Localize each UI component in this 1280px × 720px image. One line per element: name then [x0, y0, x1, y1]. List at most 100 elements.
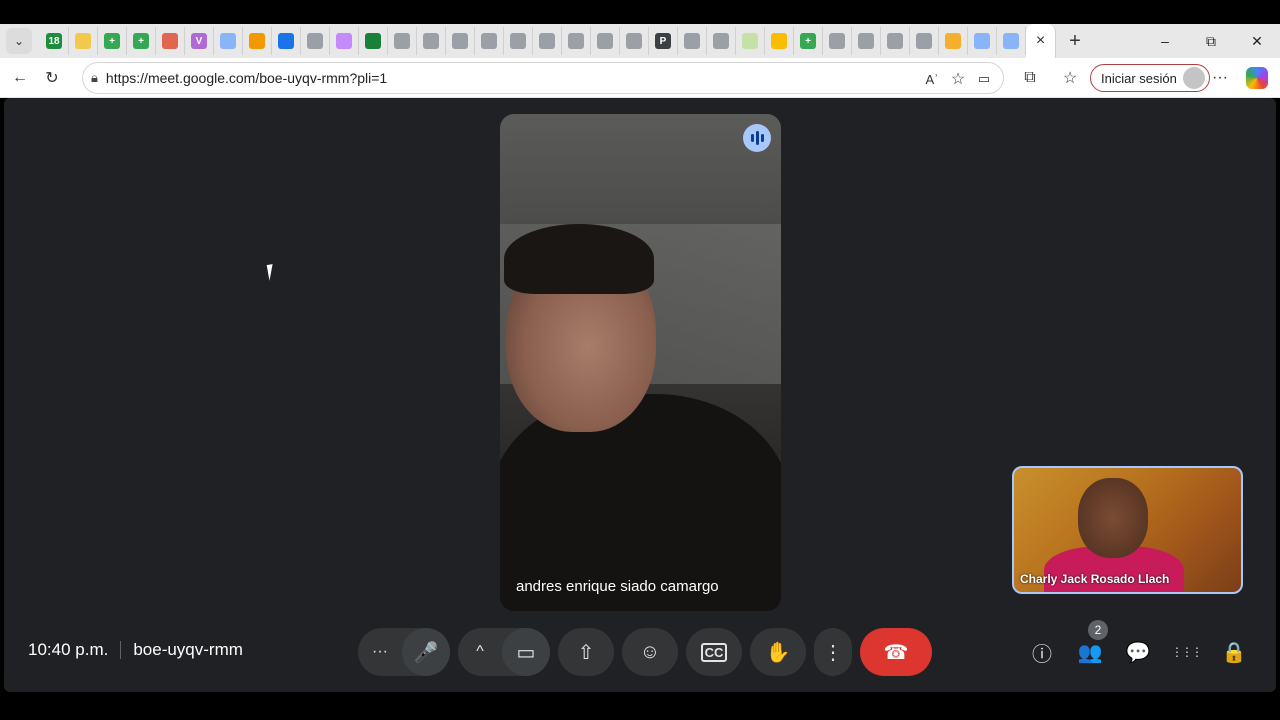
- chat-icon: 💬: [1125, 641, 1151, 664]
- browser-tab[interactable]: [765, 27, 794, 55]
- meet-stage: andres enrique siado camargo Charly Jack…: [4, 98, 1276, 692]
- browser-tab[interactable]: [736, 27, 765, 55]
- leave-call-button[interactable]: ☎: [860, 628, 932, 676]
- tab-favicon-icon: [771, 33, 787, 49]
- new-tab-button[interactable]: +: [1060, 27, 1090, 55]
- tab-favicon-icon: [568, 33, 584, 49]
- browser-tab[interactable]: [243, 27, 272, 55]
- browser-tab[interactable]: [417, 27, 446, 55]
- side-controls: ⓘ 👥 2 💬 ⋮⋮⋮ 🔒: [1020, 620, 1256, 676]
- present-screen-button[interactable]: ⇧: [558, 628, 614, 676]
- people-button[interactable]: 👥 2: [1068, 620, 1112, 676]
- active-tab[interactable]: ×: [1026, 24, 1056, 58]
- browser-tab[interactable]: +: [127, 27, 156, 55]
- browser-tab[interactable]: V: [185, 27, 214, 55]
- browser-tab[interactable]: [968, 27, 997, 55]
- lock-icon[interactable]: 🔒︎: [91, 70, 98, 86]
- browser-tab[interactable]: [359, 27, 388, 55]
- browser-tab[interactable]: [881, 27, 910, 55]
- browser-tab[interactable]: [823, 27, 852, 55]
- camera-button[interactable]: ▭: [502, 628, 550, 676]
- people-count-badge: 2: [1088, 620, 1108, 640]
- browser-tab[interactable]: [939, 27, 968, 55]
- more-menu-icon[interactable]: ···: [1204, 62, 1236, 94]
- tab-bar: ⌄ 18 + + V P + × + – ⧉ ✕: [0, 24, 1280, 58]
- raise-hand-icon: ✋: [765, 641, 791, 664]
- tab-favicon-icon: [249, 33, 265, 49]
- address-bar[interactable]: 🔒︎ https://meet.google.com/boe-uyqv-rmm?…: [82, 62, 1004, 94]
- more-options-button[interactable]: ⋮: [814, 628, 852, 676]
- tab-favicon-icon: [452, 33, 468, 49]
- video-options-button[interactable]: ^: [458, 628, 502, 676]
- minimize-button[interactable]: –: [1142, 24, 1188, 58]
- meeting-details: 10:40 p.m. boe-uyqv-rmm: [28, 640, 243, 660]
- present-icon: ⇧: [577, 641, 595, 664]
- browser-tab[interactable]: [852, 27, 881, 55]
- tab-favicon-icon: [829, 33, 845, 49]
- meeting-info-button[interactable]: ⓘ: [1020, 628, 1064, 676]
- audio-control-group: ··· 🎤: [358, 628, 450, 676]
- captions-button[interactable]: CC: [686, 628, 742, 676]
- tab-favicon-icon: [394, 33, 410, 49]
- favorites-icon[interactable]: ☆: [1054, 62, 1086, 94]
- browser-tab[interactable]: [388, 27, 417, 55]
- call-controls: ··· 🎤 ^ ▭ ⇧ ☺ CC ✋ ⋮ ☎: [358, 628, 932, 676]
- favorite-star-icon[interactable]: ☆: [945, 66, 971, 92]
- browser-tab[interactable]: [272, 27, 301, 55]
- browser-tab[interactable]: [533, 27, 562, 55]
- close-tab-icon[interactable]: ×: [1036, 32, 1045, 50]
- tab-actions-button[interactable]: ⌄: [6, 28, 32, 54]
- browser-tab[interactable]: P: [649, 27, 678, 55]
- camera-permission-icon[interactable]: ▭: [971, 66, 997, 92]
- browser-tab[interactable]: [678, 27, 707, 55]
- tab-favicon-icon: [626, 33, 642, 49]
- speaking-bar: [760, 134, 764, 142]
- browser-tab[interactable]: [156, 27, 185, 55]
- browser-tab[interactable]: [446, 27, 475, 55]
- window-controls: – ⧉ ✕: [1142, 24, 1280, 58]
- copilot-icon[interactable]: [1246, 67, 1268, 89]
- browser-tab[interactable]: [475, 27, 504, 55]
- tab-favicon-icon: [307, 33, 323, 49]
- url-text[interactable]: https://meet.google.com/boe-uyqv-rmm?pli…: [106, 70, 387, 86]
- browser-tab[interactable]: [504, 27, 533, 55]
- tab-favicon-icon: [336, 33, 352, 49]
- audio-options-button[interactable]: ···: [358, 628, 402, 676]
- browser-tab[interactable]: [910, 27, 939, 55]
- activities-button[interactable]: ⋮⋮⋮: [1164, 628, 1208, 676]
- browser-tab[interactable]: [707, 27, 736, 55]
- browser-tab[interactable]: [562, 27, 591, 55]
- browser-tab[interactable]: 18: [40, 27, 69, 55]
- avatar: [1182, 67, 1205, 89]
- back-button[interactable]: ←: [4, 62, 36, 94]
- tab-favicon-icon: [1003, 33, 1019, 49]
- microphone-icon: 🎤: [413, 641, 439, 664]
- reload-button[interactable]: ↻: [36, 62, 68, 94]
- browser-tab[interactable]: [214, 27, 243, 55]
- restore-button[interactable]: ⧉: [1188, 24, 1234, 58]
- extensions-icon[interactable]: ⧉: [1014, 62, 1046, 94]
- raise-hand-button[interactable]: ✋: [750, 628, 806, 676]
- browser-tab[interactable]: +: [794, 27, 823, 55]
- browser-tab[interactable]: [69, 27, 98, 55]
- read-aloud-icon[interactable]: Aʾ: [919, 66, 945, 92]
- browser-tab[interactable]: [330, 27, 359, 55]
- chat-button[interactable]: 💬: [1116, 628, 1160, 676]
- main-participant-tile[interactable]: andres enrique siado camargo: [500, 114, 781, 611]
- signin-button[interactable]: Iniciar sesión: [1090, 64, 1210, 92]
- captions-icon: CC: [700, 642, 728, 662]
- browser-tab[interactable]: +: [98, 27, 127, 55]
- more-vert-icon: ⋮: [823, 641, 843, 664]
- address-actions: Aʾ ☆ ▭: [919, 66, 997, 92]
- browser-tab[interactable]: [620, 27, 649, 55]
- close-window-button[interactable]: ✕: [1234, 24, 1280, 58]
- self-view-tile[interactable]: Charly Jack Rosado Llach: [1012, 466, 1243, 594]
- browser-tab[interactable]: [997, 27, 1026, 55]
- host-controls-button[interactable]: 🔒: [1212, 628, 1256, 676]
- reactions-button[interactable]: ☺: [622, 628, 678, 676]
- browser-tab[interactable]: [591, 27, 620, 55]
- mouse-cursor-icon: [266, 263, 282, 281]
- video-control-group: ^ ▭: [458, 628, 550, 676]
- microphone-button[interactable]: 🎤: [402, 628, 450, 676]
- browser-tab[interactable]: [301, 27, 330, 55]
